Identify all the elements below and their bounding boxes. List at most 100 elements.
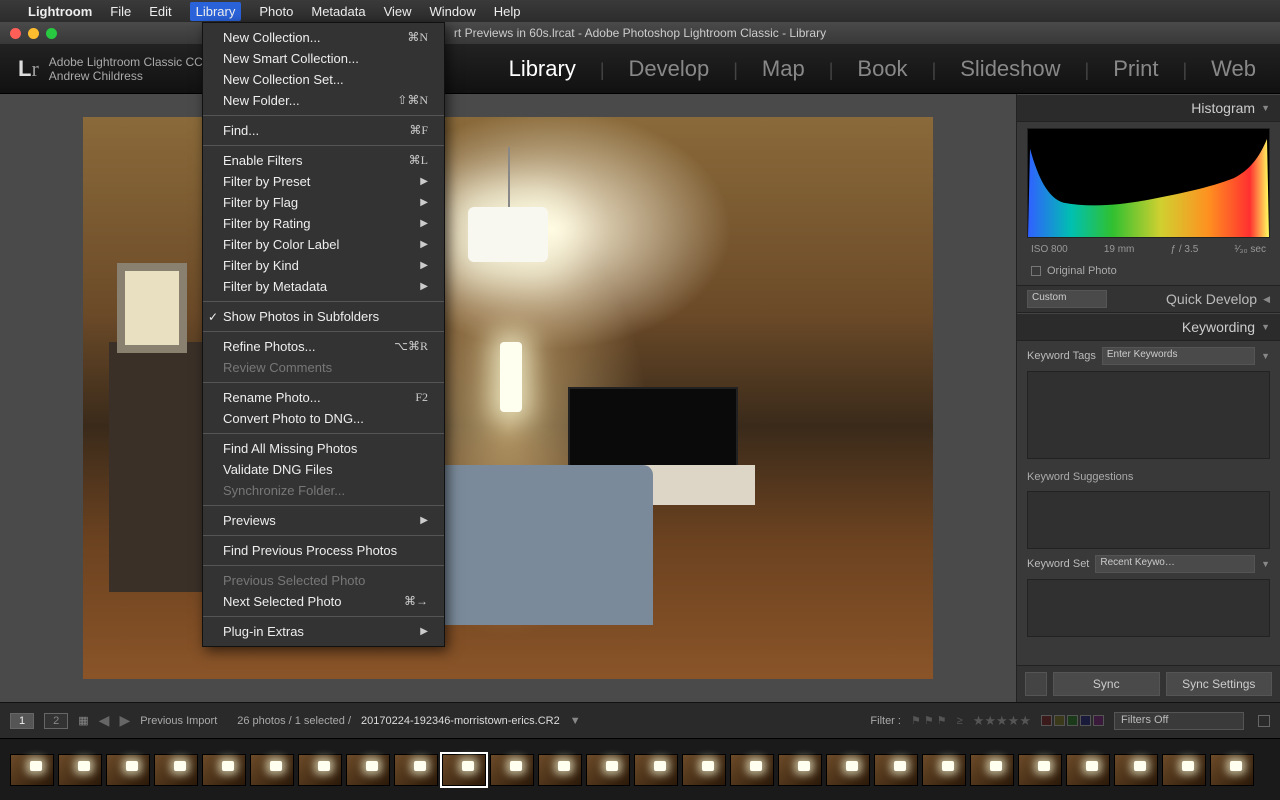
page-1[interactable]: 1 <box>10 713 34 729</box>
filmstrip-thumb[interactable] <box>394 754 438 786</box>
module-develop[interactable]: Develop <box>623 56 716 82</box>
menu-help[interactable]: Help <box>494 4 521 19</box>
module-print[interactable]: Print <box>1107 56 1164 82</box>
filmstrip-thumb[interactable] <box>442 754 486 786</box>
menu-item[interactable]: Find Previous Process Photos <box>203 540 444 561</box>
sync-settings-button[interactable]: Sync Settings <box>1166 672 1273 696</box>
filmstrip-thumb[interactable] <box>1114 754 1158 786</box>
color-label-filter[interactable] <box>1041 715 1104 726</box>
menu-photo[interactable]: Photo <box>259 4 293 19</box>
menu-view[interactable]: View <box>384 4 412 19</box>
close-icon[interactable] <box>10 28 21 39</box>
filmstrip-thumb[interactable] <box>106 754 150 786</box>
menu-metadata[interactable]: Metadata <box>311 4 365 19</box>
menu-window[interactable]: Window <box>430 4 476 19</box>
menu-item[interactable]: Filter by Flag▶ <box>203 192 444 213</box>
filmstrip-thumb[interactable] <box>538 754 582 786</box>
filmstrip-thumb[interactable] <box>1018 754 1062 786</box>
keyword-entry-box[interactable] <box>1027 371 1270 459</box>
filmstrip-thumb[interactable] <box>490 754 534 786</box>
source-label[interactable]: Previous Import <box>140 715 217 727</box>
minimize-icon[interactable] <box>28 28 39 39</box>
menu-item[interactable]: Rename Photo...F2 <box>203 387 444 408</box>
menu-item[interactable]: New Smart Collection... <box>203 48 444 69</box>
menu-item[interactable]: Refine Photos...⌥⌘R <box>203 336 444 357</box>
menu-item[interactable]: Filter by Kind▶ <box>203 255 444 276</box>
filmstrip-thumb[interactable] <box>634 754 678 786</box>
filmstrip-thumb[interactable] <box>826 754 870 786</box>
panel-quickdevelop-header[interactable]: Quick Develop <box>1166 291 1257 307</box>
menu-edit[interactable]: Edit <box>149 4 171 19</box>
filmstrip-thumb[interactable] <box>1210 754 1254 786</box>
filter-lock-icon[interactable] <box>1258 715 1270 727</box>
panel-keywording-header[interactable]: Keywording▼ <box>1017 313 1280 341</box>
filmstrip-thumb[interactable] <box>298 754 342 786</box>
filmstrip-thumb[interactable] <box>202 754 246 786</box>
filmstrip-thumb[interactable] <box>970 754 1014 786</box>
panel-histogram-header[interactable]: Histogram▼ <box>1017 94 1280 122</box>
qd-preset-select[interactable]: Custom <box>1027 290 1107 308</box>
current-file[interactable]: 20170224-192346-morristown-erics.CR2 <box>361 715 560 727</box>
keyword-mode-select[interactable]: Enter Keywords <box>1102 347 1255 365</box>
menu-item[interactable]: Validate DNG Files <box>203 459 444 480</box>
filmstrip-thumb[interactable] <box>346 754 390 786</box>
filmstrip-thumb[interactable] <box>586 754 630 786</box>
menu-item[interactable]: Filter by Preset▶ <box>203 171 444 192</box>
filmstrip-thumb[interactable] <box>922 754 966 786</box>
menu-item[interactable]: Find...⌘F <box>203 120 444 141</box>
module-web[interactable]: Web <box>1205 56 1262 82</box>
flag-filter-icon[interactable]: ⚑ ⚑ ⚑ <box>911 714 947 727</box>
filmstrip-thumb[interactable] <box>10 754 54 786</box>
rating-filter[interactable]: ★★★★★ <box>973 713 1031 729</box>
menu-item[interactable]: Plug-in Extras▶ <box>203 621 444 642</box>
mac-menubar[interactable]: Lightroom File Edit Library Photo Metada… <box>0 0 1280 22</box>
menu-item[interactable]: New Folder...⇧⌘N <box>203 90 444 111</box>
image-canvas[interactable] <box>0 94 1016 702</box>
filmstrip[interactable] <box>0 738 1280 800</box>
grid-view-icon[interactable]: ▦ <box>78 714 88 727</box>
sync-toggle-icon[interactable] <box>1025 672 1047 696</box>
menu-item[interactable]: Filter by Color Label▶ <box>203 234 444 255</box>
filmstrip-thumb[interactable] <box>778 754 822 786</box>
module-library[interactable]: Library <box>503 56 582 82</box>
library-menu-dropdown[interactable]: New Collection...⌘NNew Smart Collection.… <box>202 22 445 647</box>
filmstrip-thumb[interactable] <box>58 754 102 786</box>
menu-item[interactable]: Find All Missing Photos <box>203 438 444 459</box>
page-2[interactable]: 2 <box>44 713 68 729</box>
module-map[interactable]: Map <box>756 56 811 82</box>
filmstrip-thumb[interactable] <box>1162 754 1206 786</box>
module-book[interactable]: Book <box>851 56 913 82</box>
right-panel: Histogram▼ ISO 80019 mm ƒ / 3.5¹⁄₃₀ sec … <box>1016 94 1280 702</box>
module-slideshow[interactable]: Slideshow <box>954 56 1066 82</box>
sync-button[interactable]: Sync <box>1053 672 1160 696</box>
filmstrip-thumb[interactable] <box>250 754 294 786</box>
filmstrip-thumb[interactable] <box>874 754 918 786</box>
filter-preset-select[interactable]: Filters Off <box>1114 712 1244 730</box>
menu-item[interactable]: ✓Show Photos in Subfolders <box>203 306 444 327</box>
filmstrip-thumb[interactable] <box>730 754 774 786</box>
menu-library[interactable]: Library <box>190 2 242 21</box>
menu-item[interactable]: New Collection Set... <box>203 69 444 90</box>
identity-text: Adobe Lightroom Classic CC Andrew Childr… <box>49 55 203 83</box>
menu-item[interactable]: New Collection...⌘N <box>203 27 444 48</box>
menu-item[interactable]: Enable Filters⌘L <box>203 150 444 171</box>
menu-file[interactable]: File <box>110 4 131 19</box>
original-photo-toggle[interactable]: Original Photo <box>1017 261 1280 285</box>
menu-item[interactable]: Convert Photo to DNG... <box>203 408 444 429</box>
menu-item[interactable]: Previews▶ <box>203 510 444 531</box>
menu-item[interactable]: Filter by Rating▶ <box>203 213 444 234</box>
checkbox-icon[interactable] <box>1031 266 1041 276</box>
menu-item[interactable]: Next Selected Photo⌘→ <box>203 591 444 612</box>
app-menu[interactable]: Lightroom <box>28 4 92 19</box>
module-picker[interactable]: Library| Develop| Map| Book| Slideshow| … <box>503 56 1262 82</box>
next-photo-icon[interactable]: ▶ <box>119 712 130 729</box>
filmstrip-thumb[interactable] <box>154 754 198 786</box>
prev-photo-icon[interactable]: ◀ <box>99 712 110 729</box>
filmstrip-thumb[interactable] <box>682 754 726 786</box>
zoom-icon[interactable] <box>46 28 57 39</box>
histogram[interactable] <box>1027 128 1270 238</box>
keyword-set-select[interactable]: Recent Keywo… <box>1095 555 1255 573</box>
filmstrip-thumb[interactable] <box>1066 754 1110 786</box>
quick-develop-row: Custom Quick Develop ◀ <box>1017 285 1280 313</box>
menu-item[interactable]: Filter by Metadata▶ <box>203 276 444 297</box>
